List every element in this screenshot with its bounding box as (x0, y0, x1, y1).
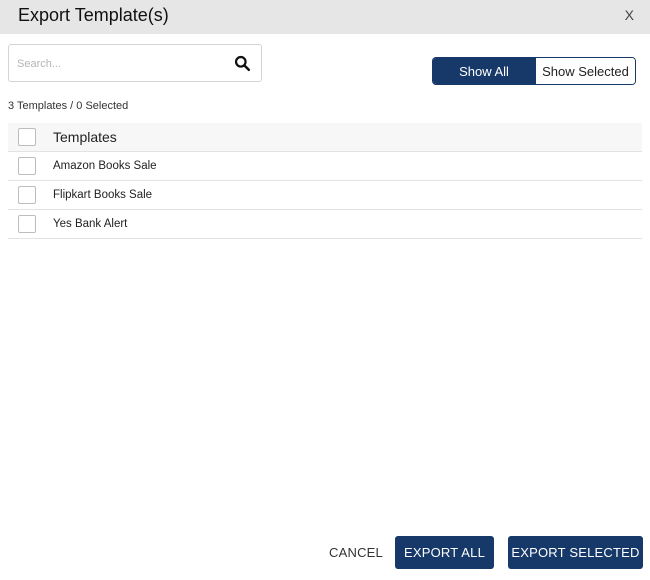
show-selected-button[interactable]: Show Selected (535, 58, 635, 84)
search-icon[interactable] (234, 55, 251, 72)
search-input[interactable] (17, 55, 227, 73)
row-checkbox[interactable] (18, 215, 36, 233)
template-name: Yes Bank Alert (53, 218, 128, 230)
table-row[interactable]: Amazon Books Sale (8, 152, 642, 181)
table-row[interactable]: Yes Bank Alert (8, 210, 642, 239)
selection-summary: 3 Templates / 0 Selected (8, 100, 129, 112)
row-checkbox[interactable] (18, 157, 36, 175)
search-box (8, 44, 262, 82)
template-name: Flipkart Books Sale (53, 189, 153, 201)
column-header-templates: Templates (53, 129, 117, 145)
select-all-checkbox[interactable] (18, 128, 36, 146)
export-selected-button[interactable]: EXPORT SELECTED (508, 536, 643, 569)
close-icon[interactable]: X (625, 7, 634, 23)
row-checkbox[interactable] (18, 186, 36, 204)
template-name: Amazon Books Sale (53, 160, 157, 172)
show-all-button[interactable]: Show All (433, 58, 535, 84)
dialog-header: Export Template(s) X (0, 0, 650, 34)
table-header: Templates (8, 123, 642, 152)
table-row[interactable]: Flipkart Books Sale (8, 181, 642, 210)
filter-toggle: Show All Show Selected (432, 57, 636, 85)
templates-table: Templates Amazon Books Sale Flipkart Boo… (8, 123, 642, 239)
export-all-button[interactable]: EXPORT ALL (395, 536, 494, 569)
dialog-title: Export Template(s) (18, 5, 169, 25)
cancel-button[interactable]: CANCEL (322, 536, 390, 569)
